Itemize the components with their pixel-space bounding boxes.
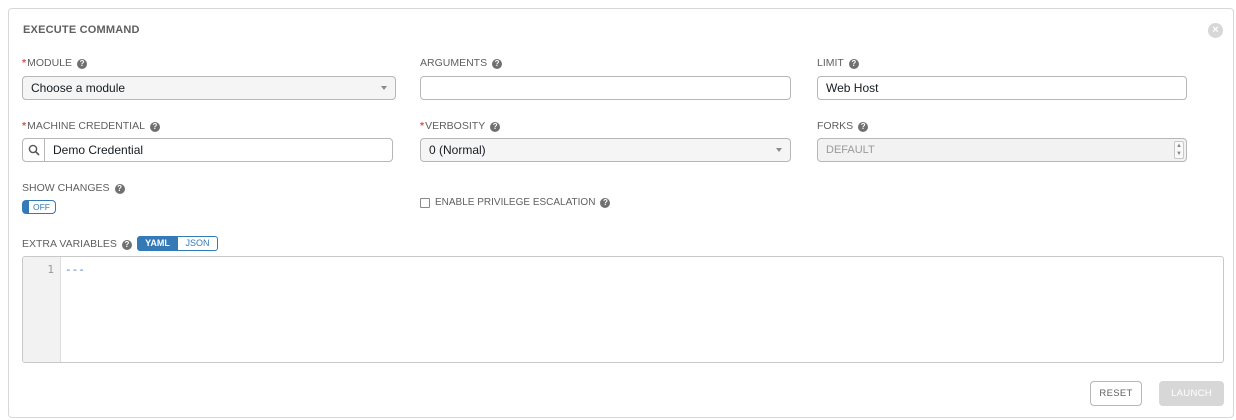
privilege-escalation-label-row: ENABLE PRIVILEGE ESCALATION? (435, 197, 611, 208)
arguments-label: ARGUMENTS (420, 57, 488, 69)
yaml-mode-button[interactable]: YAML (137, 236, 178, 251)
show-changes-label-row: SHOW CHANGES? (22, 182, 125, 194)
limit-input[interactable]: Web Host (817, 76, 1187, 100)
help-icon[interactable]: ? (490, 122, 501, 132)
help-icon[interactable]: ? (600, 198, 611, 208)
help-icon[interactable]: ? (77, 59, 88, 69)
privilege-escalation-label: ENABLE PRIVILEGE ESCALATION (435, 197, 596, 208)
reset-button[interactable]: RESET (1090, 381, 1142, 406)
arguments-input[interactable] (420, 76, 791, 100)
module-label-row: *MODULE? (22, 57, 88, 69)
verbosity-select[interactable]: 0 (Normal) (420, 138, 791, 162)
search-button[interactable] (23, 139, 45, 161)
toggle-label: OFF (33, 202, 50, 212)
required-marker: * (22, 57, 27, 69)
search-icon (28, 144, 40, 156)
help-icon[interactable]: ? (121, 240, 132, 250)
chevron-down-icon (381, 86, 387, 90)
verbosity-label: VERBOSITY (425, 120, 486, 132)
show-changes-toggle[interactable]: OFF (22, 200, 56, 214)
editor-gutter: 1 (23, 257, 61, 362)
help-icon[interactable]: ? (114, 184, 125, 194)
panel-title: EXECUTE COMMAND (23, 24, 140, 36)
limit-label-row: LIMIT? (817, 57, 859, 69)
machine-credential-label-row: *MACHINE CREDENTIAL? (22, 120, 160, 132)
forks-input[interactable]: DEFAULT ▲ ▼ (817, 138, 1187, 162)
number-spinner[interactable]: ▲ ▼ (1174, 141, 1184, 159)
forks-placeholder: DEFAULT (826, 144, 875, 156)
extra-variables-editor[interactable]: 1 --- (22, 256, 1224, 363)
help-icon[interactable]: ? (858, 122, 869, 132)
required-marker: * (22, 120, 27, 132)
machine-credential-value: Demo Credential (53, 143, 144, 157)
limit-label: LIMIT (817, 57, 844, 69)
help-icon[interactable]: ? (848, 59, 859, 69)
json-mode-button[interactable]: JSON (177, 236, 218, 251)
forks-label: FORKS (817, 120, 854, 132)
required-marker: * (420, 120, 425, 132)
extra-variables-label: EXTRA VARIABLES (22, 238, 117, 250)
module-select[interactable]: Choose a module (22, 76, 396, 100)
arguments-label-row: ARGUMENTS? (420, 57, 503, 69)
chevron-down-icon (776, 148, 782, 152)
help-icon[interactable]: ? (492, 59, 503, 69)
module-select-value: Choose a module (31, 81, 126, 95)
show-changes-label: SHOW CHANGES (22, 182, 110, 194)
extra-variables-label-row: EXTRA VARIABLES? (22, 238, 132, 250)
machine-credential-field[interactable]: Demo Credential (22, 138, 393, 162)
privilege-escalation-checkbox[interactable] (420, 198, 430, 208)
close-icon[interactable]: × (1208, 23, 1223, 38)
help-icon[interactable]: ? (149, 122, 160, 132)
toggle-knob (23, 201, 29, 213)
line-number: 1 (47, 263, 54, 276)
forks-label-row: FORKS? (817, 120, 869, 132)
machine-credential-label: MACHINE CREDENTIAL (27, 120, 145, 132)
module-label: MODULE (27, 57, 73, 69)
launch-button[interactable]: LAUNCH (1159, 381, 1224, 406)
editor-content[interactable]: --- (65, 263, 85, 276)
verbosity-label-row: *VERBOSITY? (420, 120, 501, 132)
verbosity-select-value: 0 (Normal) (429, 143, 486, 157)
